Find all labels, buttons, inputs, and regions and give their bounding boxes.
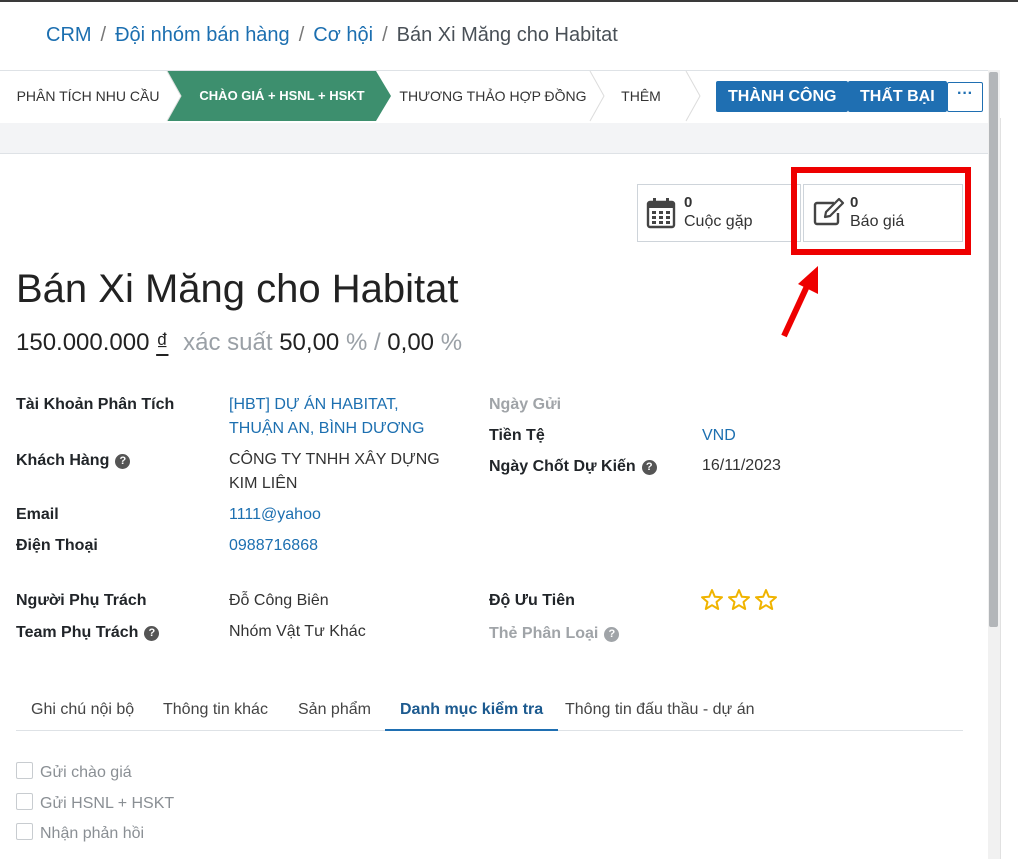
breadcrumb-crm[interactable]: CRM — [46, 24, 92, 46]
checklist-item[interactable]: Gửi HSNL + HSKT — [16, 793, 174, 813]
email-value[interactable]: 1111@yahoo — [229, 503, 321, 527]
currency-value[interactable]: VND — [702, 424, 736, 448]
help-icon[interactable]: ? — [604, 627, 620, 642]
tab-products[interactable]: Sản phẩm — [298, 690, 371, 730]
phone-label: Điện Thoại — [16, 537, 98, 554]
form-header-strip — [0, 123, 988, 154]
stage-contract-negotiation[interactable]: THƯƠNG THẢO HỢP ĐỒNG — [398, 71, 588, 121]
tab-other-info[interactable]: Thông tin khác — [163, 690, 268, 730]
checkbox[interactable] — [16, 793, 33, 810]
record-title[interactable]: Bán Xi Măng cho Habitat — [16, 267, 458, 312]
breadcrumb-opportunities[interactable]: Cơ hội — [313, 24, 373, 46]
percent-sign: % — [440, 329, 463, 356]
expected-closing-label-text: Ngày Chốt Dự Kiến — [489, 458, 636, 475]
expected-closing-label: Ngày Chốt Dự Kiến? — [489, 458, 657, 476]
percent-sign: % — [345, 329, 368, 356]
checkbox[interactable] — [16, 823, 33, 840]
breadcrumb-current: Bán Xi Măng cho Habitat — [396, 24, 618, 46]
slash-separator: / — [373, 329, 381, 356]
meetings-smart-button[interactable]: 0 Cuộc gặp — [637, 184, 801, 242]
breadcrumb-separator: / — [298, 24, 305, 46]
won-button[interactable]: THÀNH CÔNG — [716, 81, 849, 112]
checklist-item[interactable]: Nhận phản hồi — [16, 823, 144, 843]
tab-checklist[interactable]: Danh mục kiểm tra — [385, 690, 559, 731]
breadcrumb-sales-team[interactable]: Đội nhóm bán hàng — [115, 24, 290, 46]
checklist-item[interactable]: Gửi chào giá — [16, 762, 132, 782]
automated-probability: 0,00 — [387, 329, 435, 356]
stage-quotation[interactable]: CHÀO GIÁ + HSNL + HSKT — [186, 71, 378, 121]
tab-internal-notes[interactable]: Ghi chú nội bộ — [31, 690, 134, 730]
customer-label-text: Khách Hàng — [16, 452, 110, 469]
probability-label: xác suất — [183, 329, 273, 356]
meetings-label: Cuộc gặp — [684, 213, 753, 230]
window-top-border — [0, 0, 1018, 2]
more-actions-button[interactable]: ··· — [947, 82, 983, 112]
customer-label: Khách Hàng? — [16, 452, 131, 470]
star-icon[interactable] — [728, 589, 750, 610]
notebook-tabs: Ghi chú nội bộ Thông tin khác Sản phẩm D… — [16, 690, 963, 731]
currency-label: Tiền Tệ — [489, 427, 545, 444]
help-icon[interactable]: ? — [641, 460, 657, 475]
sales-team-value[interactable]: Nhóm Vật Tư Khác — [229, 620, 366, 644]
send-date-label: Ngày Gửi — [489, 396, 562, 413]
priority-label: Độ Ưu Tiên — [489, 592, 575, 609]
star-icon[interactable] — [755, 589, 777, 610]
customer-line: KIM LIÊN — [229, 475, 298, 492]
analytic-account-value[interactable]: [HBT] DỰ ÁN HABITAT, THUẬN AN, BÌNH DƯƠN… — [229, 393, 424, 441]
breadcrumb-separator: / — [100, 24, 107, 46]
breadcrumb-separator: / — [382, 24, 388, 46]
breadcrumb: CRM / Đội nhóm bán hàng / Cơ hội / Bán Xi Măng… — [46, 24, 618, 47]
priority-stars — [700, 588, 780, 617]
analytic-account-label: Tài Khoản Phân Tích — [16, 396, 175, 413]
salesperson-value[interactable]: Đỗ Công Biên — [229, 589, 329, 613]
email-label: Email — [16, 506, 59, 523]
stage-more[interactable]: THÊM — [612, 71, 670, 121]
checklist-item-label: Gửi chào giá — [40, 764, 132, 781]
customer-value[interactable]: CÔNG TY TNHH XÂY DỰNG KIM LIÊN — [229, 448, 440, 496]
tab-bidding-project-info[interactable]: Thông tin đấu thầu - dự án — [565, 690, 755, 730]
calendar-icon — [646, 198, 676, 229]
scrollbar-thumb[interactable] — [989, 72, 998, 627]
analytic-account-line: [HBT] DỰ ÁN HABITAT, — [229, 396, 399, 413]
phone-value[interactable]: 0988716868 — [229, 534, 318, 558]
side-panel-edge — [1000, 118, 1018, 859]
help-icon[interactable]: ? — [144, 626, 160, 641]
checkbox[interactable] — [16, 762, 33, 779]
checklist-item-label: Gửi HSNL + HSKT — [40, 795, 175, 812]
stage-separator-icon — [685, 71, 701, 122]
revenue-line: 150.000.000 ₫ xác suất 50,00 % / 0,00 % — [16, 329, 462, 357]
customer-line: CÔNG TY TNHH XÂY DỰNG — [229, 451, 440, 468]
status-bar: PHÂN TÍCH NHU CẦU CHÀO GIÁ + HSNL + HSKT… — [0, 70, 988, 124]
probability-value[interactable]: 50,00 — [279, 329, 339, 356]
salesperson-label: Người Phụ Trách — [16, 592, 147, 609]
tags-label: Thẻ Phân Loại? — [489, 625, 620, 643]
meetings-count: 0 — [684, 194, 693, 211]
expected-revenue[interactable]: 150.000.000 — [16, 329, 149, 356]
highlight-box — [791, 167, 971, 255]
lost-button[interactable]: THẤT BẠI — [848, 81, 947, 112]
checklist-item-label: Nhận phản hồi — [40, 825, 145, 842]
help-icon[interactable]: ? — [115, 454, 131, 469]
expected-closing-value[interactable]: 16/11/2023 — [702, 454, 781, 478]
sales-team-label-text: Team Phụ Trách — [16, 624, 139, 641]
stage-needs-analysis[interactable]: PHÂN TÍCH NHU CẦU — [12, 71, 164, 121]
tags-label-text: Thẻ Phân Loại — [489, 625, 599, 642]
sales-team-label: Team Phụ Trách? — [16, 624, 160, 642]
red-arrow-icon — [781, 266, 818, 338]
analytic-account-line: THUẬN AN, BÌNH DƯƠNG — [229, 420, 425, 437]
star-icon[interactable] — [701, 589, 723, 610]
currency-symbol: ₫ — [156, 329, 169, 356]
